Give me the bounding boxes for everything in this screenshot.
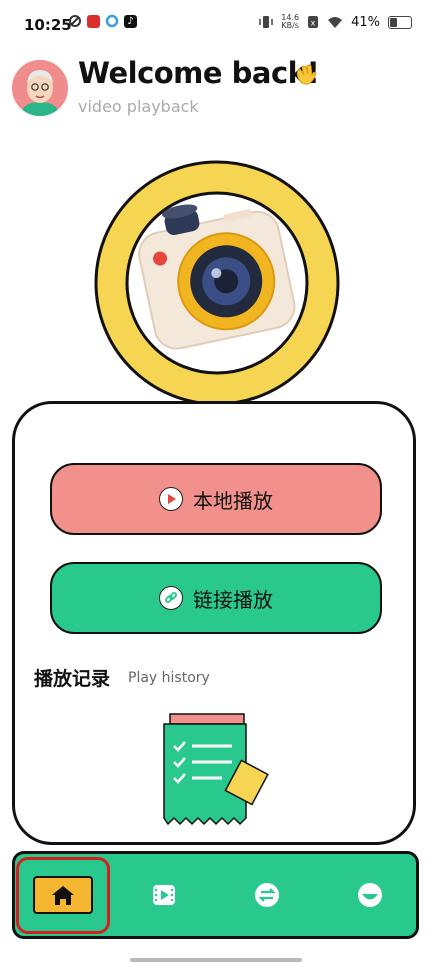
notification-icons: ♪	[68, 14, 137, 28]
face-icon	[358, 883, 382, 907]
tiktok-icon: ♪	[124, 14, 137, 28]
red-app-icon	[87, 14, 100, 28]
page-title: Welcome back!	[78, 56, 320, 90]
wifi-icon	[328, 16, 343, 28]
blue-app-icon	[105, 14, 119, 28]
net-speed-unit: KB/s	[281, 21, 299, 30]
link-play-label: 链接播放	[193, 587, 273, 612]
sim-icon: x	[308, 16, 319, 28]
video-icon	[153, 885, 175, 905]
battery-icon	[388, 15, 412, 29]
status-bar: 10:25 ♪ 14.6 KB/s x 41%	[0, 0, 432, 50]
link-icon	[159, 586, 183, 610]
network-speed: 14.6 KB/s	[281, 14, 299, 30]
cloud-app-icon	[69, 15, 81, 27]
waving-hand-icon	[292, 61, 318, 91]
nav-swap[interactable]	[241, 870, 293, 920]
nav-video[interactable]	[138, 870, 190, 920]
camera-icon	[94, 160, 340, 406]
local-play-label: 本地播放	[193, 488, 273, 513]
history-subtitle: Play history	[128, 670, 210, 686]
local-play-button[interactable]: 本地播放	[50, 463, 382, 535]
status-time: 10:25	[24, 16, 72, 34]
hero-illustration	[76, 147, 358, 415]
history-title: 播放记录	[34, 668, 111, 690]
home-icon	[52, 886, 74, 905]
nav-home[interactable]	[33, 870, 93, 920]
history-list-illustration	[160, 712, 272, 828]
play-icon	[159, 487, 183, 511]
swap-icon	[255, 883, 279, 907]
home-tab-box	[33, 876, 93, 914]
vibrate-icon	[259, 16, 274, 28]
page-subtitle: video playback	[78, 97, 199, 116]
link-play-button[interactable]: 链接播放	[50, 562, 382, 634]
home-indicator[interactable]	[130, 958, 302, 962]
nav-profile[interactable]	[344, 870, 396, 920]
battery-percent: 41%	[351, 14, 380, 30]
status-right: 14.6 KB/s x 41%	[259, 14, 412, 30]
checklist-icon	[163, 713, 269, 826]
avatar-figure-icon	[12, 60, 68, 116]
avatar[interactable]	[12, 60, 68, 116]
svg-text:x: x	[311, 19, 316, 28]
